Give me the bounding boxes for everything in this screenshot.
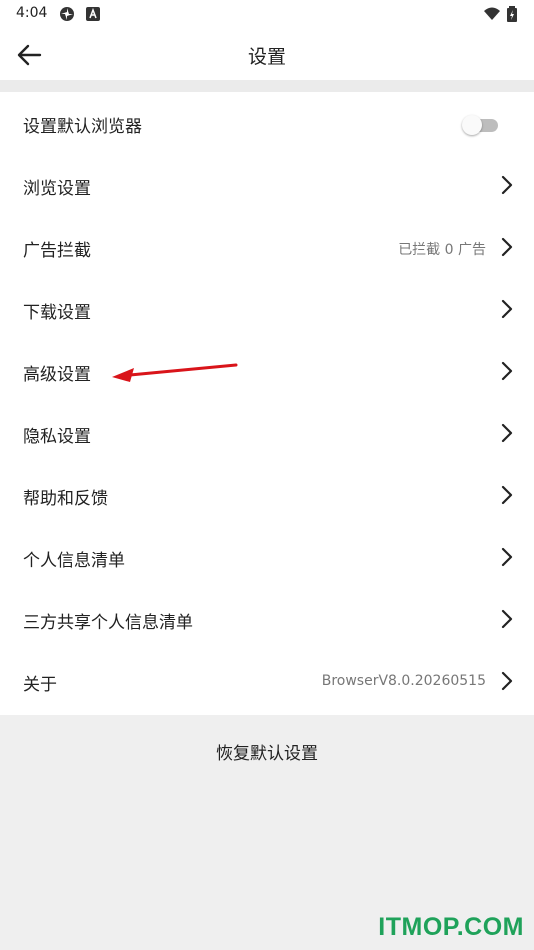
row-label: 浏览设置	[23, 179, 91, 199]
row-label: 个人信息清单	[23, 551, 125, 571]
default-browser-toggle[interactable]	[462, 113, 500, 135]
row-advanced-settings[interactable]: 高级设置	[0, 340, 534, 402]
pinwheel-icon	[60, 7, 74, 21]
row-ad-block[interactable]: 广告拦截 已拦截 0 广告	[0, 216, 534, 278]
status-time: 4:04	[16, 5, 48, 21]
row-download-settings[interactable]: 下载设置	[0, 278, 534, 340]
watermark: ITMOP.COM	[378, 913, 524, 941]
chevron-right-icon	[501, 547, 513, 567]
row-label: 广告拦截	[23, 241, 91, 261]
reset-defaults-button[interactable]: 恢复默认设置	[0, 739, 534, 764]
app-bar: 设置	[0, 28, 534, 80]
chevron-right-icon	[501, 299, 513, 319]
header-divider	[0, 80, 534, 92]
row-about[interactable]: 关于 BrowserV8.0.20260515	[0, 650, 534, 712]
chevron-right-icon	[501, 485, 513, 505]
row-label: 设置默认浏览器	[23, 117, 142, 137]
version-text: BrowserV8.0.20260515	[321, 673, 486, 689]
battery-icon	[507, 6, 517, 22]
chevron-right-icon	[501, 361, 513, 381]
row-personal-info-list[interactable]: 个人信息清单	[0, 526, 534, 588]
row-privacy-settings[interactable]: 隐私设置	[0, 402, 534, 464]
row-default-browser[interactable]: 设置默认浏览器	[0, 92, 534, 154]
row-label: 三方共享个人信息清单	[23, 613, 193, 633]
row-label: 帮助和反馈	[23, 489, 108, 509]
row-browse-settings[interactable]: 浏览设置	[0, 154, 534, 216]
page-title: 设置	[247, 46, 286, 68]
row-label: 高级设置	[23, 365, 91, 385]
ad-block-count: 已拦截 0 广告	[398, 242, 486, 258]
app-badge-icon	[86, 7, 100, 21]
row-label: 关于	[23, 675, 57, 695]
row-third-party-sharing-list[interactable]: 三方共享个人信息清单	[0, 588, 534, 650]
toggle-thumb	[462, 115, 482, 135]
annotation-arrow-icon	[112, 363, 238, 382]
row-label: 隐私设置	[23, 427, 91, 447]
wifi-icon	[484, 7, 500, 20]
chevron-right-icon	[501, 671, 513, 691]
chevron-right-icon	[501, 175, 513, 195]
chevron-right-icon	[501, 609, 513, 629]
settings-list: 设置默认浏览器 浏览设置 广告拦截 已拦截 0 广告 下载设置 高级设置 隐私设…	[0, 92, 534, 715]
row-label: 下载设置	[23, 303, 91, 323]
row-help-feedback[interactable]: 帮助和反馈	[0, 464, 534, 526]
status-bar: 4:04	[0, 0, 534, 28]
chevron-right-icon	[501, 237, 513, 257]
chevron-right-icon	[501, 423, 513, 443]
